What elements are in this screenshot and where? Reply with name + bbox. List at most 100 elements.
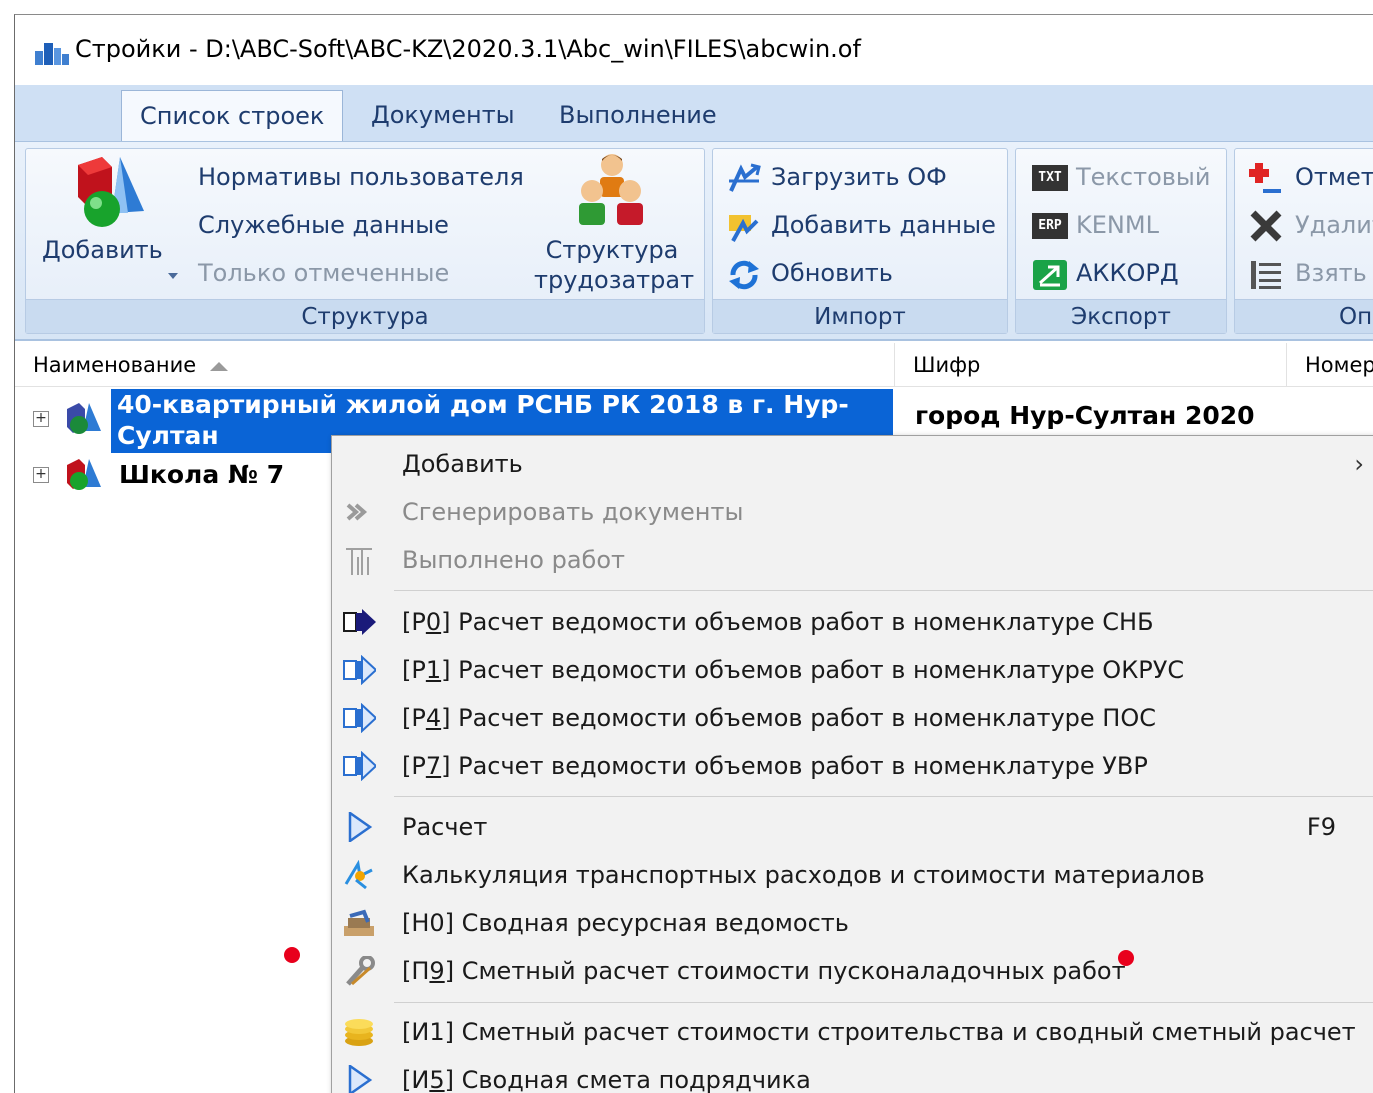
tab-documents[interactable]: Документы — [353, 90, 533, 141]
work-done-icon — [346, 548, 372, 575]
main-window: Стройки - D:\ABC-Soft\ABC-KZ\2020.3.1\Ab… — [14, 14, 1373, 1093]
add-shapes-icon — [78, 157, 144, 227]
menu-item-p1-label: [Р1] Расчет ведомости объемов работ в но… — [402, 656, 1185, 684]
menu-item-p9[interactable]: [П9] Сметный расчет стоимости пусконалад… — [332, 947, 1373, 995]
menu-item-add[interactable]: Добавить › — [332, 440, 1373, 488]
menu-item-p0-label: [Р0] Расчет ведомости объемов работ в но… — [402, 608, 1154, 636]
menu-item-generate-label: Сгенерировать документы — [402, 498, 744, 526]
buildings-icon — [35, 43, 69, 65]
take-button[interactable]: Взять — [1295, 259, 1367, 287]
title-bar: Стройки - D:\ABC-Soft\ABC-KZ\2020.3.1\Ab… — [15, 15, 1373, 85]
akkord-icon — [1033, 260, 1067, 290]
menu-item-p7[interactable]: [Р7] Расчет ведомости объемов работ в но… — [332, 742, 1373, 790]
menu-item-calc[interactable]: Расчет F9 — [332, 803, 1373, 851]
wrench-icon — [346, 956, 375, 986]
add-dropdown-arrow-icon[interactable] — [168, 273, 178, 279]
labor-structure-button[interactable]: Структура трудозатрат — [534, 235, 695, 295]
menu-item-work-done-label: Выполнено работ — [402, 546, 625, 574]
people-icon — [579, 154, 643, 225]
list-icon — [1251, 261, 1281, 289]
only-marked-button[interactable]: Только отмеченные — [198, 259, 449, 287]
calc-p7-icon — [343, 751, 376, 781]
group-op-label: Оп — [1235, 299, 1373, 333]
labor-structure-line2: трудозатрат — [534, 266, 695, 294]
menu-item-add-label: Добавить — [402, 450, 523, 478]
menu-separator — [394, 590, 1373, 591]
expand-icon[interactable]: + — [33, 467, 49, 483]
menu-item-i5[interactable]: [И5] Сводная смета подрядчика — [332, 1056, 1373, 1093]
menu-separator — [394, 1002, 1373, 1003]
sort-ascending-icon — [210, 361, 229, 371]
service-data-button[interactable]: Служебные данные — [198, 211, 449, 239]
group-structure: Добавить Нормативы пользователя Служебны… — [25, 148, 705, 334]
user-norms-button[interactable]: Нормативы пользователя — [198, 163, 524, 191]
menu-item-h0[interactable]: [Н0] Сводная ресурсная ведомость — [332, 899, 1373, 947]
menu-item-i5-label: [И5] Сводная смета подрядчика — [402, 1066, 811, 1093]
double-chevron-icon — [346, 503, 368, 521]
column-name-header[interactable]: Наименование — [15, 343, 895, 387]
menu-item-i1[interactable]: [И1] Сметный расчет стоимости строительс… — [332, 1008, 1373, 1056]
column-name-label: Наименование — [33, 353, 197, 377]
txt-icon: TXT — [1032, 165, 1068, 191]
column-number-header[interactable]: Номер — [1287, 343, 1373, 387]
mark-icon — [1249, 163, 1281, 193]
delete-button[interactable]: Удалит — [1295, 211, 1373, 239]
refresh-button[interactable]: Обновить — [771, 259, 893, 287]
play-icon — [348, 1065, 373, 1093]
expand-icon[interactable]: + — [33, 411, 49, 427]
menu-item-p1[interactable]: [Р1] Расчет ведомости объемов работ в но… — [332, 646, 1373, 694]
transport-calc-icon — [344, 860, 373, 890]
coins-icon — [345, 1019, 373, 1046]
menu-item-p9-label: [П9] Сметный расчет стоимости пусконалад… — [402, 957, 1126, 985]
tab-execution[interactable]: Выполнение — [541, 90, 735, 141]
group-export: TXT Текстовый ERP KENML АККОРД Экспорт — [1015, 148, 1227, 334]
calc-p4-icon — [343, 703, 376, 733]
column-cipher-header[interactable]: Шифр — [895, 343, 1287, 387]
annotation-marker-left — [284, 947, 300, 963]
resources-icon — [344, 909, 374, 936]
ribbon: Добавить Нормативы пользователя Служебны… — [15, 141, 1373, 341]
load-of-button[interactable]: Загрузить ОФ — [771, 163, 947, 191]
ribbon-tabstrip: Список строек Документы Выполнение — [15, 85, 1373, 141]
export-text-button[interactable]: Текстовый — [1076, 163, 1210, 191]
group-structure-label: Структура — [26, 299, 704, 333]
menu-item-calc-shortcut: F9 — [1306, 813, 1336, 841]
window-title: Стройки - D:\ABC-Soft\ABC-KZ\2020.3.1\Ab… — [75, 35, 861, 63]
menu-item-p7-label: [Р7] Расчет ведомости объемов работ в но… — [402, 752, 1148, 780]
project-shapes-icon — [67, 403, 101, 434]
group-export-label: Экспорт — [1016, 299, 1226, 333]
menu-item-transport[interactable]: Калькуляция транспортных расходов и стои… — [332, 851, 1373, 899]
labor-structure-line1: Структура — [545, 236, 679, 264]
menu-item-transport-label: Калькуляция транспортных расходов и стои… — [402, 861, 1205, 889]
menu-item-generate-documents[interactable]: Сгенерировать документы — [332, 488, 1373, 536]
add-button[interactable]: Добавить — [42, 235, 163, 265]
menu-item-p0[interactable]: [Р0] Расчет ведомости объемов работ в но… — [332, 598, 1373, 646]
row-cipher-value: город Нур-Султан 2020 — [915, 401, 1255, 430]
group-import-label: Импорт — [713, 299, 1007, 333]
calc-p0-icon — [343, 609, 376, 635]
play-icon — [348, 812, 373, 842]
add-data-icon — [729, 215, 759, 242]
tab-construction-list[interactable]: Список строек — [121, 90, 344, 141]
calc-p1-icon — [343, 655, 376, 685]
delete-icon — [1250, 210, 1282, 242]
menu-item-p4[interactable]: [Р4] Расчет ведомости объемов работ в но… — [332, 694, 1373, 742]
annotation-marker-right — [1118, 950, 1134, 966]
menu-separator — [394, 796, 1373, 797]
tree-row-label-line1: 40-квартирный жилой дом РСНБ РК 2018 в г… — [117, 390, 849, 419]
add-data-button[interactable]: Добавить данные — [771, 211, 996, 239]
group-op: Отмет Удалит Взять Оп — [1234, 148, 1373, 334]
erp-icon: ERP — [1032, 213, 1068, 239]
menu-item-calc-label: Расчет — [402, 813, 488, 841]
load-of-icon — [729, 163, 761, 192]
project-shapes-icon — [67, 459, 101, 490]
grid-header: Наименование Шифр Номер — [15, 343, 1373, 387]
mark-button[interactable]: Отмет — [1295, 163, 1373, 191]
group-import: Загрузить ОФ Добавить данные Обновить Им… — [712, 148, 1008, 334]
export-akkord-button[interactable]: АККОРД — [1076, 259, 1179, 287]
menu-item-i1-label: [И1] Сметный расчет стоимости строительс… — [402, 1018, 1356, 1046]
refresh-icon — [729, 260, 759, 290]
tree-row-label[interactable]: Школа № 7 — [119, 459, 284, 490]
menu-item-work-done[interactable]: Выполнено работ — [332, 536, 1373, 584]
export-kenml-button[interactable]: KENML — [1076, 211, 1159, 239]
